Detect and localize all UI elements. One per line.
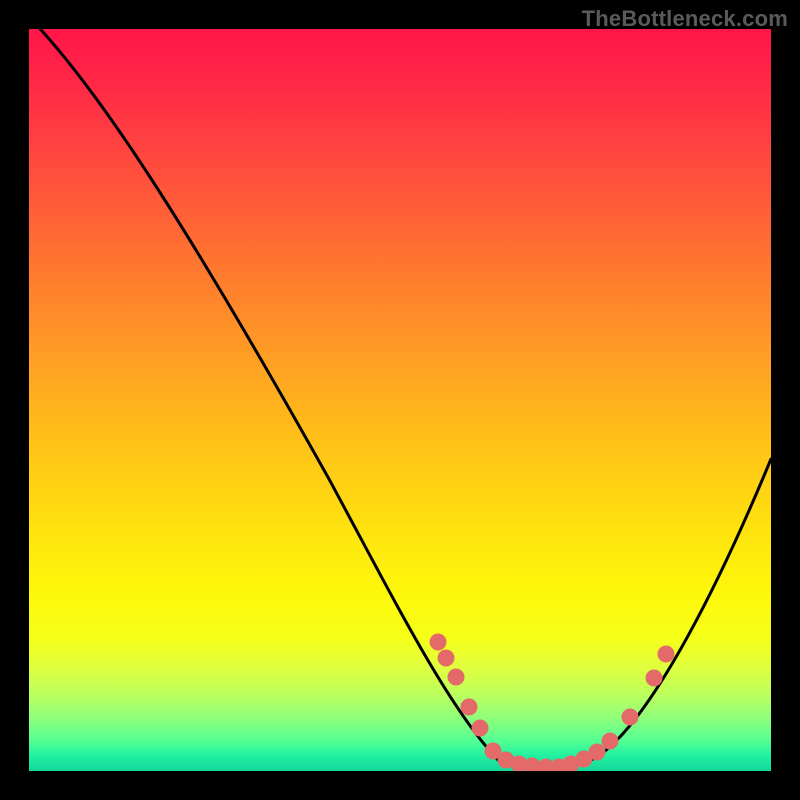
plot-area (29, 29, 771, 771)
marker-dot (658, 646, 675, 663)
chart-svg (29, 29, 771, 771)
marker-dot (448, 669, 465, 686)
marker-dot (589, 744, 606, 761)
marker-group (430, 634, 675, 772)
marker-dot (646, 670, 663, 687)
marker-dot (430, 634, 447, 651)
chart-frame: TheBottleneck.com (0, 0, 800, 800)
watermark-label: TheBottleneck.com (582, 6, 788, 32)
marker-dot (622, 709, 639, 726)
marker-dot (461, 699, 478, 716)
marker-dot (438, 650, 455, 667)
marker-dot (472, 720, 489, 737)
marker-dot (602, 733, 619, 750)
